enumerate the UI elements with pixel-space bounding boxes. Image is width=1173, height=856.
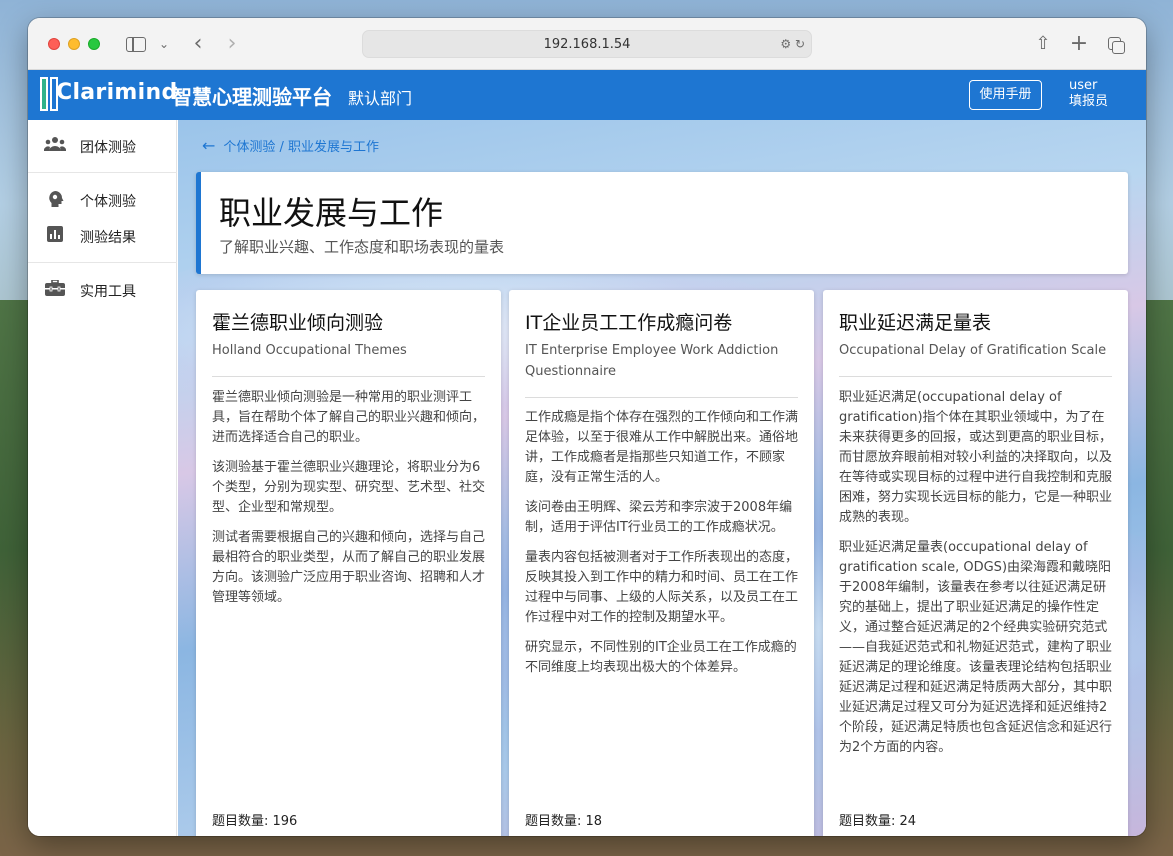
test-card-work-addiction[interactable]: IT企业员工工作成瘾问卷 IT Enterprise Employee Work… [509, 290, 814, 836]
platform-name: 智慧心理测验平台 [172, 85, 332, 109]
card-subtitle: Occupational Delay of Gratification Scal… [839, 343, 1107, 358]
card-title: 职业延迟满足量表 [839, 312, 992, 334]
chevron-down-icon[interactable]: ⌄ [156, 32, 172, 56]
sidebar-item-test-results[interactable]: 测验结果 [28, 220, 177, 252]
tab-overview-icon[interactable] [1106, 32, 1128, 56]
question-count: 题目数量: 18 [525, 814, 603, 829]
user-role: 填报员 [1069, 94, 1109, 109]
user-manual-button[interactable]: 使用手册 [969, 80, 1042, 110]
card-description: 职业延迟满足(occupational delay of gratificati… [839, 388, 1114, 768]
card-divider [839, 376, 1112, 377]
share-icon[interactable]: ⇧ [1032, 32, 1054, 56]
card-divider [212, 376, 485, 377]
sidebar-item-tools[interactable]: 实用工具 [28, 274, 177, 306]
card-title: IT企业员工工作成瘾问卷 [525, 312, 733, 334]
card-paragraph: 工作成瘾是指个体存在强烈的工作倾向和工作满足体验，以至于很难从工作中解脱出来。通… [525, 410, 799, 485]
card-paragraph: 职业延迟满足量表(occupational delay of gratifica… [839, 540, 1113, 755]
department-name: 默认部门 [348, 89, 413, 108]
user-menu[interactable]: user 填报员 [1069, 78, 1108, 110]
card-paragraph: 量表内容包括被测者对于工作所表现出的态度，反映其投入到工作中的精力和时间、员工在… [525, 550, 799, 625]
main-content: ← 个体测验 / 职业发展与工作 职业发展与工作 了解职业兴趣、工作态度和职场表现… [178, 120, 1146, 836]
sidebar-item-group-test[interactable]: 团体测验 [28, 130, 177, 162]
breadcrumb[interactable]: ← 个体测验 / 职业发展与工作 [202, 136, 379, 155]
question-count: 题目数量: 196 [212, 814, 298, 829]
sidebar-item-individual-test[interactable]: 个体测验 [28, 184, 177, 216]
app-header: Clarimind 智慧心理测验平台 默认部门 使用手册 user 填报员 [28, 70, 1146, 120]
card-paragraph: 该测验基于霍兰德职业兴趣理论，将职业分为6个类型，分别为现实型、研究型、艺术型、… [212, 460, 486, 515]
head-icon [44, 190, 66, 210]
card-description: 霍兰德职业倾向测验是一种常用的职业测评工具，旨在帮助个体了解自己的职业兴趣和倾向… [212, 388, 487, 618]
address-text: 192.168.1.54 [543, 37, 631, 52]
back-arrow-icon[interactable]: ‹ [188, 32, 208, 56]
sidebar-item-label: 实用工具 [80, 284, 136, 300]
brand-name[interactable]: Clarimind [56, 80, 178, 105]
bar-chart-icon [44, 226, 66, 246]
card-description: 工作成瘾是指个体存在强烈的工作倾向和工作满足体验，以至于很难从工作中解脱出来。通… [525, 408, 800, 688]
close-window-button[interactable] [48, 38, 60, 50]
sidebar-divider [28, 262, 177, 263]
reload-icon[interactable]: ↻ [795, 37, 805, 51]
back-arrow-icon[interactable]: ← [202, 136, 215, 155]
card-paragraph: 研究显示，不同性别的IT企业员工在工作成瘾的不同维度上均表现出极大的个体差异。 [525, 640, 797, 675]
card-paragraph: 该问卷由王明辉、梁云芳和李宗波于2008年编制，适用于评估IT行业员工的工作成瘾… [525, 500, 793, 535]
question-count: 题目数量: 24 [839, 814, 917, 829]
browser-window: ⌄ ‹ › 192.168.1.54 ⚙ ↻ ⇧ + Clarimind 智慧心… [28, 18, 1146, 836]
forward-arrow-icon[interactable]: › [222, 32, 242, 56]
translate-icon[interactable]: ⚙ [780, 37, 791, 51]
sidebar-item-label: 测验结果 [80, 230, 136, 246]
address-bar[interactable]: 192.168.1.54 ⚙ ↻ [362, 30, 812, 58]
breadcrumb-text[interactable]: 个体测验 / 职业发展与工作 [223, 140, 379, 155]
sidebar-divider [28, 172, 177, 173]
toolbox-icon [44, 279, 66, 300]
card-title: 霍兰德职业倾向测验 [212, 312, 384, 334]
sidebar: 团体测验 个体测验 测验结果 实用工具 [28, 120, 177, 836]
zoom-window-button[interactable] [88, 38, 100, 50]
card-subtitle: IT Enterprise Employee Work Addiction Qu… [525, 343, 779, 379]
card-paragraph: 测试者需要根据自己的兴趣和倾向，选择与自己最相符合的职业类型，从而了解自己的职业… [212, 530, 486, 605]
new-tab-icon[interactable]: + [1068, 32, 1090, 56]
minimize-window-button[interactable] [68, 38, 80, 50]
user-name: user [1069, 78, 1098, 93]
card-paragraph: 霍兰德职业倾向测验是一种常用的职业测评工具，旨在帮助个体了解自己的职业兴趣和倾向… [212, 390, 486, 445]
sidebar-item-label: 个体测验 [80, 194, 136, 210]
card-subtitle: Holland Occupational Themes [212, 343, 407, 358]
page-title: 职业发展与工作 [219, 194, 444, 232]
category-header-card: 职业发展与工作 了解职业兴趣、工作态度和职场表现的量表 [196, 172, 1128, 274]
sidebar-item-label: 团体测验 [80, 140, 136, 156]
group-icon [43, 136, 67, 156]
sidebar-toggle-icon[interactable] [124, 32, 148, 56]
card-divider [525, 397, 798, 398]
browser-toolbar: ⌄ ‹ › 192.168.1.54 ⚙ ↻ ⇧ + [28, 18, 1146, 70]
test-card-delay-gratification[interactable]: 职业延迟满足量表 Occupational Delay of Gratifica… [823, 290, 1128, 836]
test-card-holland[interactable]: 霍兰德职业倾向测验 Holland Occupational Themes 霍兰… [196, 290, 501, 836]
page-subtitle: 了解职业兴趣、工作态度和职场表现的量表 [219, 238, 505, 256]
card-paragraph: 职业延迟满足(occupational delay of gratificati… [839, 390, 1113, 525]
